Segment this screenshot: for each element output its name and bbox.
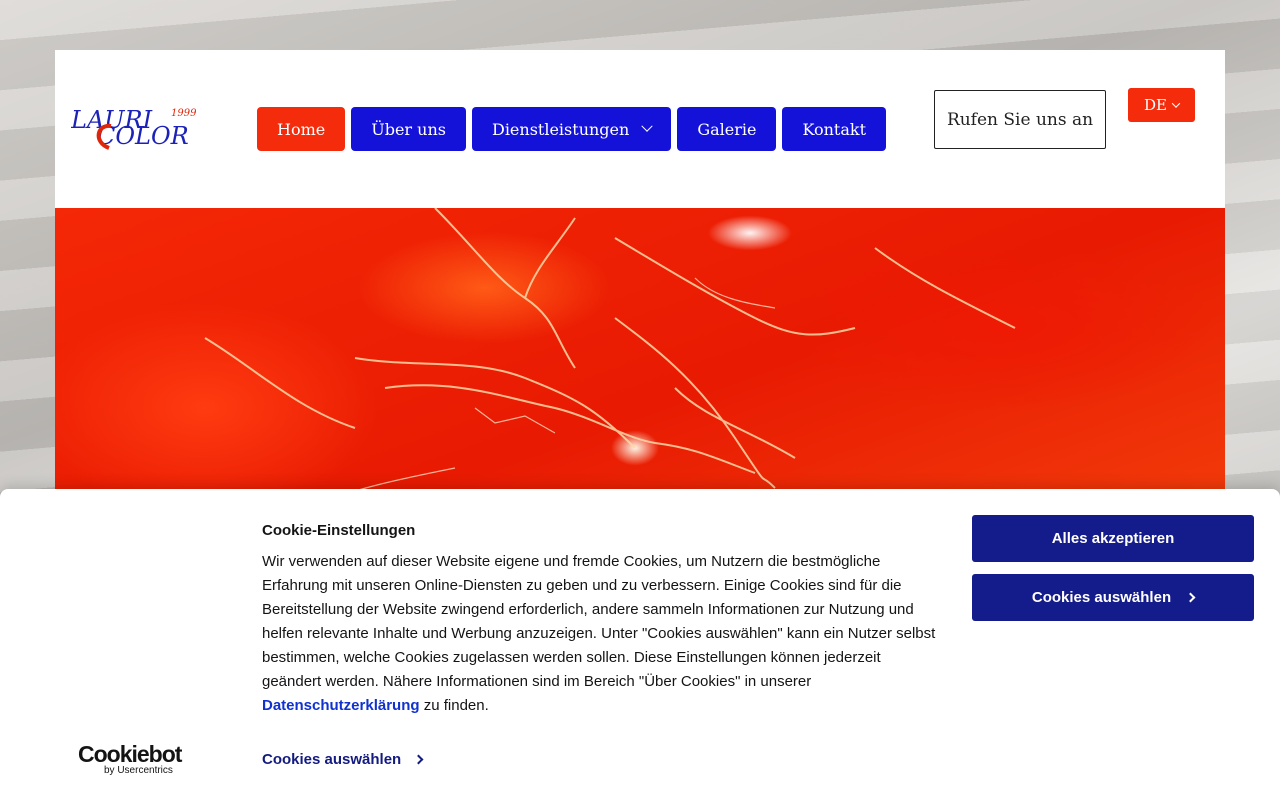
cookie-description: Wir verwenden auf dieser Website eigene … [262, 550, 942, 718]
chevron-down-icon [1171, 99, 1181, 108]
chevron-right-icon [413, 754, 424, 765]
nav-home-label: Home [277, 119, 326, 139]
nav-gallery-label: Galerie [697, 119, 757, 139]
choose-cookies-button[interactable]: Cookies auswählen [972, 574, 1254, 621]
logo-year: 1999 [171, 108, 197, 119]
nav-contact[interactable]: Kontakt [782, 107, 887, 151]
cookie-select-link[interactable]: Cookies auswählen [262, 751, 424, 768]
cookiebot-brand: Cookiebot [78, 741, 182, 767]
site-header: LAURI 1999 COLOR Home Über uns Dienstlei… [55, 50, 1225, 208]
nav-about-label: Über uns [371, 119, 446, 139]
cookiebot-logo[interactable]: Cookiebot by Usercentrics [78, 742, 182, 778]
cookie-title: Cookie-Einstellungen [262, 522, 416, 539]
privacy-policy-link[interactable]: Datenschutzerklärung [262, 697, 420, 714]
nav-contact-label: Kontakt [802, 119, 867, 139]
choose-cookies-label: Cookies auswählen [1031, 589, 1172, 606]
language-label: DE [1144, 96, 1167, 114]
cookie-select-link-label: Cookies auswählen [262, 751, 402, 768]
accept-all-label: Alles akzeptieren [1051, 530, 1175, 547]
cookiebot-brand-sub: by Usercentrics [104, 765, 173, 776]
nav-services-label: Dienstleistungen [491, 119, 630, 139]
accept-all-button[interactable]: Alles akzeptieren [972, 515, 1254, 562]
lauricolor-logo[interactable]: LAURI 1999 COLOR [70, 102, 211, 152]
chevron-right-icon [1185, 592, 1196, 603]
nav-about[interactable]: Über uns [351, 107, 466, 151]
language-selector[interactable]: DE [1128, 88, 1195, 122]
chevron-down-icon [641, 120, 653, 132]
nav-home[interactable]: Home [257, 107, 346, 151]
call-us-button[interactable]: Rufen Sie uns an [934, 90, 1106, 149]
cookie-banner: Cookiebot by Usercentrics Cookie-Einstel… [0, 489, 1280, 800]
nav-gallery[interactable]: Galerie [677, 107, 777, 151]
nav-services[interactable]: Dienstleistungen [471, 107, 672, 151]
cookie-body-end: zu finden. [423, 697, 489, 714]
main-nav: Home Über uns Dienstleistungen Galerie K… [257, 107, 887, 151]
call-us-label: Rufen Sie uns an [946, 109, 1094, 130]
cookie-body-text: Wir verwenden auf dieser Website eigene … [262, 553, 936, 690]
